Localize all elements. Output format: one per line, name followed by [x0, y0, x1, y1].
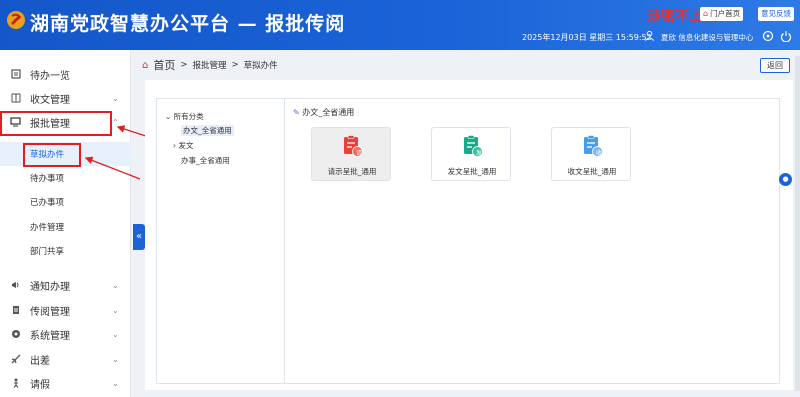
breadcrumb-level2: 草拟办件: [243, 61, 278, 71]
portal-home-button[interactable]: ⌂ 门户首页: [700, 7, 744, 21]
power-icon[interactable]: [780, 30, 792, 42]
tree-node-general-affairs[interactable]: 办事_全省通用: [181, 155, 230, 166]
sidebar-item-label: 出差: [30, 355, 50, 367]
sidebar-item-label: 系统管理: [30, 330, 70, 342]
category-panel: ⌄ 所有分类 办文_全省通用 › 发文 办事_全省通用 ✎ 办文_全省通用 请 …: [156, 98, 780, 384]
tree-root-label: 所有分类: [173, 112, 204, 121]
person-icon: [10, 378, 21, 389]
sidebar-collapse-button[interactable]: «: [133, 224, 145, 250]
chevron-down-icon: ⌄: [112, 329, 119, 339]
chevron-down-icon: ⌄: [112, 280, 119, 290]
list-icon: [10, 69, 21, 80]
user-info[interactable]: 夏欣 信息化建设与管理中心: [661, 32, 753, 43]
sidebar-item-label: 报批管理: [30, 118, 70, 130]
page-scrollbar[interactable]: [795, 56, 800, 391]
party-emblem-icon: [7, 11, 25, 29]
tree-root[interactable]: ⌄ 所有分类: [165, 111, 204, 122]
card-badge: 请: [356, 150, 363, 157]
tree-node-label: 发文: [178, 141, 194, 150]
plane-icon: [10, 354, 21, 365]
user-icon: [645, 30, 654, 41]
sidebar-item-label: 收文管理: [30, 94, 70, 106]
sidebar-subitem-department-share[interactable]: 部门共享: [0, 239, 131, 263]
sidebar-item-label: 传阅管理: [30, 306, 70, 318]
app-title: 湖南党政智慧办公平台 — 报批传阅: [30, 13, 346, 35]
sidebar-item-approval-management[interactable]: 报批管理 ⌃: [0, 110, 131, 134]
sidebar-item-circulation[interactable]: 传阅管理 ⌄: [0, 298, 131, 322]
breadcrumb-home[interactable]: 首页: [153, 57, 175, 73]
form-card-request[interactable]: 请 请示呈批_通用: [311, 127, 391, 181]
sidebar-item-label: 通知办理: [30, 281, 70, 293]
card-label: 收文呈批_通用: [567, 167, 617, 176]
form-card-dispatch[interactable]: 发 发文呈批_通用: [431, 127, 511, 181]
sidebar-item-todo-overview[interactable]: 待办一览: [0, 62, 131, 86]
tree-node-dispatch[interactable]: › 发文: [173, 140, 193, 151]
card-badge: 收: [596, 150, 603, 157]
sidebar-item-business-trip[interactable]: 出差 ⌄: [0, 347, 131, 371]
monitor-icon: [10, 117, 21, 128]
sidebar-item-notice[interactable]: 通知办理 ⌄: [0, 273, 131, 297]
sidebar-subitem-pending[interactable]: 待办事项: [0, 166, 131, 190]
datetime-display: 2025年12月03日 星期三 15:59:52: [522, 33, 652, 42]
megaphone-icon: [10, 280, 21, 291]
settings-icon[interactable]: [762, 30, 774, 42]
card-label: 发文呈批_通用: [447, 167, 497, 176]
sidebar-item-incoming-docs[interactable]: 收文管理 ⌄: [0, 86, 131, 110]
chevron-down-icon: ⌄: [112, 305, 119, 315]
sidebar-subitem-label: 已办事项: [30, 198, 65, 208]
sidebar-item-label: 待办一览: [30, 70, 70, 82]
sidebar-subitem-done[interactable]: 已办事项: [0, 190, 131, 214]
chevron-down-icon: ⌄: [112, 354, 119, 364]
category-title: ✎ 办文_全省通用: [293, 107, 354, 118]
document-icon: [10, 305, 21, 316]
main-content: ⌄ 所有分类 办文_全省通用 › 发文 办事_全省通用 ✎ 办文_全省通用 请 …: [145, 80, 793, 390]
chevron-down-icon: ⌄: [112, 93, 119, 103]
sidebar-subitem-label: 待办事项: [30, 174, 65, 184]
form-card-receive[interactable]: 收 收文呈批_通用: [551, 127, 631, 181]
sidebar-item-leave[interactable]: 请假 ⌄: [0, 371, 131, 395]
home-icon: ⌂: [142, 59, 149, 71]
breadcrumb-separator: >: [231, 60, 239, 70]
home-icon: ⌂: [703, 9, 709, 18]
breadcrumb: ⌂ 首页 > 报批管理 > 草拟办件: [142, 56, 278, 74]
breadcrumb-separator: >: [180, 60, 188, 70]
floating-assistant-button[interactable]: ●: [779, 173, 792, 186]
category-title-label: 办文_全省通用: [302, 108, 355, 117]
chevron-up-icon: ⌃: [112, 117, 119, 127]
portal-home-label: 门户首页: [710, 9, 741, 18]
sidebar-item-label: 请假: [30, 379, 50, 391]
sidebar-subitem-case-management[interactable]: 办件管理: [0, 215, 131, 239]
app-header: 湖南党政智慧办公平台 — 报批传阅 涉密不上网 ⌂ 门户首页 意见反馈 2025…: [0, 0, 800, 50]
tree-node-general-docs[interactable]: 办文_全省通用: [181, 125, 234, 136]
card-label: 请示呈批_通用: [327, 167, 377, 176]
sidebar: 待办一览 收文管理 ⌄ 报批管理 ⌃ 草拟办件 待办事项 已办事项 办件管理 部…: [0, 50, 131, 397]
breadcrumb-level1[interactable]: 报批管理: [192, 59, 226, 71]
card-badge: 发: [476, 150, 483, 157]
pencil-icon: ✎: [293, 108, 300, 117]
back-button[interactable]: 返回: [760, 58, 790, 73]
sidebar-subitem-label: 办件管理: [30, 223, 65, 233]
sidebar-subitem-label: 草拟办件: [30, 150, 65, 160]
sidebar-item-system[interactable]: 系统管理 ⌄: [0, 322, 131, 346]
sidebar-subitem-label: 部门共享: [30, 247, 65, 257]
settings-icon: [10, 329, 21, 340]
feedback-button[interactable]: 意见反馈: [758, 7, 794, 21]
inbox-icon: [10, 93, 21, 104]
sidebar-subitem-draft[interactable]: 草拟办件: [0, 142, 131, 166]
chevron-down-icon: ⌄: [112, 378, 119, 388]
category-tree: ⌄ 所有分类 办文_全省通用 › 发文 办事_全省通用: [157, 99, 285, 383]
